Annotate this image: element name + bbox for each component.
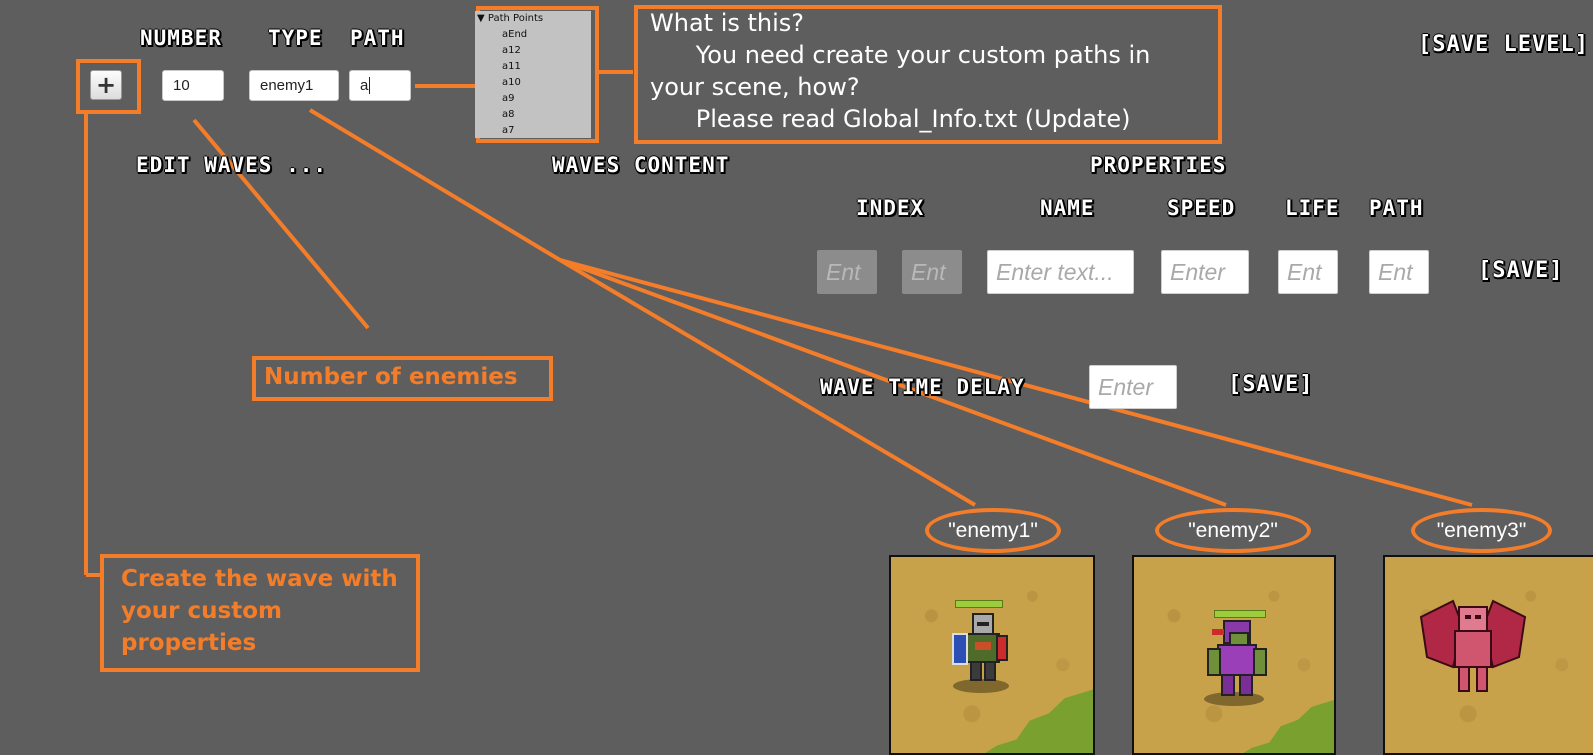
knight-sprite-icon [952, 613, 1008, 681]
info-line-4: Please read Global_Info.txt (Update) [650, 105, 1131, 133]
list-item[interactable]: aEnd [502, 29, 527, 40]
list-item[interactable]: a11 [502, 61, 521, 72]
speed-input[interactable]: Enter [1161, 250, 1249, 294]
list-item[interactable]: a9 [502, 93, 515, 104]
path-points-header: ▼ Path Points [477, 13, 543, 24]
info-line-3: your scene, how? [650, 73, 860, 101]
path-column-label: PATH [350, 26, 405, 50]
name-input[interactable]: Enter text... [987, 250, 1134, 294]
name-label: NAME [1040, 196, 1095, 220]
health-bar [955, 600, 1003, 608]
number-of-enemies-text: Number of enemies [264, 364, 518, 390]
life-input[interactable]: Ent [1278, 250, 1338, 294]
enemy3-label: "enemy3" [1411, 508, 1552, 553]
grass-patch [1229, 697, 1334, 753]
type-column-label: TYPE [268, 26, 323, 50]
index-field-1: Ent [817, 250, 877, 294]
list-item[interactable]: a7 [502, 125, 515, 136]
grass-patch [971, 687, 1093, 753]
speed-label: SPEED [1167, 196, 1236, 220]
properties-heading: PROPERTIES [1090, 153, 1227, 177]
path-points-list[interactable]: ▼ Path Points aEnd a12 a11 a10 a9 a8 a7 [475, 11, 591, 138]
list-item[interactable]: a10 [502, 77, 521, 88]
health-bar [1214, 610, 1266, 618]
edit-waves-heading: EDIT WAVES ... [136, 153, 328, 177]
path-input[interactable]: a [349, 70, 411, 101]
enemy1-preview [889, 555, 1095, 755]
save-level-button[interactable]: [SAVE LEVEL] [1418, 34, 1589, 56]
info-line-1: What is this? [650, 9, 805, 37]
text-caret [369, 77, 371, 94]
add-wave-button[interactable]: + [90, 70, 122, 100]
enemy2-preview [1132, 555, 1336, 755]
path-property-input[interactable]: Ent [1369, 250, 1429, 294]
create-wave-text: Create the wave with your custom propert… [121, 566, 398, 656]
list-item[interactable]: a8 [502, 109, 515, 120]
life-label: LIFE [1285, 196, 1340, 220]
path-input-value: a [360, 77, 369, 94]
goblin-sprite-icon [1207, 620, 1267, 696]
list-item[interactable]: a12 [502, 45, 521, 56]
number-input[interactable]: 10 [162, 70, 224, 101]
enemy3-preview [1383, 555, 1593, 755]
index-field-2: Ent [902, 250, 962, 294]
save-delay-button[interactable]: [SAVE] [1228, 374, 1313, 396]
info-line-2: You need create your custom paths in [650, 41, 1151, 69]
enemy1-label: "enemy1" [925, 508, 1061, 553]
path-points-title: Path Points [487, 13, 544, 24]
wave-delay-input[interactable]: Enter [1089, 365, 1177, 409]
wave-time-delay-label: WAVE TIME DELAY [820, 375, 1025, 399]
path-property-label: PATH [1369, 196, 1424, 220]
type-input[interactable]: enemy1 [249, 70, 339, 101]
number-column-label: NUMBER [140, 26, 222, 50]
waves-content-heading: WAVES CONTENT [552, 153, 730, 177]
enemy2-label: "enemy2" [1155, 508, 1311, 553]
save-properties-button[interactable]: [SAVE] [1478, 260, 1563, 282]
demon-sprite-icon [1419, 599, 1527, 692]
expand-triangle-icon: ▼ [477, 13, 485, 24]
index-label: INDEX [856, 196, 925, 220]
